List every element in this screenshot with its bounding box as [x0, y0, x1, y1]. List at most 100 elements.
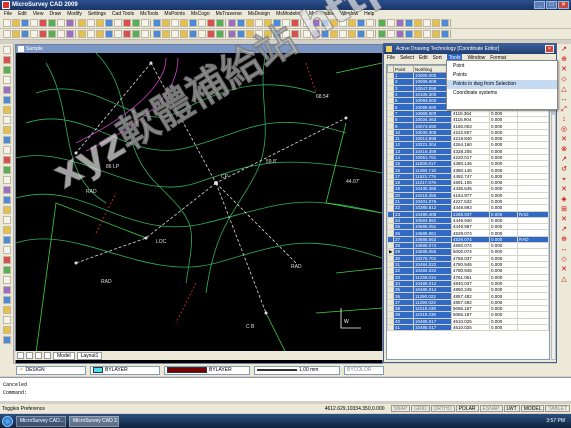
- standard-tool-icon[interactable]: [312, 19, 320, 27]
- palette-tool-icon[interactable]: [2, 296, 11, 304]
- standard-tool-icon[interactable]: [228, 19, 236, 27]
- standard-tool-icon[interactable]: [87, 19, 95, 27]
- draw-tool-icon[interactable]: [207, 30, 215, 38]
- standard-tool-icon[interactable]: [171, 19, 179, 27]
- draw-tool-icon[interactable]: [12, 30, 20, 38]
- draw-tool-icon[interactable]: [387, 30, 395, 38]
- maximize-button[interactable]: □: [546, 1, 557, 9]
- draw-tool-icon[interactable]: [78, 30, 86, 38]
- draw-tool-icon[interactable]: [228, 30, 236, 38]
- palette-tool-icon[interactable]: [2, 336, 11, 344]
- table-row[interactable]: 41 10485.017 4610.025 0.000: [387, 323, 549, 332]
- dialog-menu-sort[interactable]: Sort: [433, 54, 442, 63]
- close-button[interactable]: ×: [558, 1, 569, 9]
- standard-tool-icon[interactable]: [321, 19, 329, 27]
- standard-tool-icon[interactable]: [405, 19, 413, 27]
- tab-model[interactable]: Model: [53, 351, 75, 360]
- draw-tool-icon[interactable]: [255, 30, 263, 38]
- snap-tool-icon[interactable]: ⊞: [561, 206, 567, 213]
- palette-tool-icon[interactable]: [2, 226, 11, 234]
- lineweight-combo[interactable]: 1.00 mm: [254, 365, 340, 375]
- prev-tab-button[interactable]: [26, 352, 33, 359]
- standard-tool-icon[interactable]: [357, 19, 365, 27]
- standard-tool-icon[interactable]: [330, 19, 338, 27]
- draw-tool-icon[interactable]: [198, 30, 206, 38]
- status-toggle-snap[interactable]: SNAP: [390, 405, 411, 412]
- draw-tool-icon[interactable]: [114, 30, 122, 38]
- standard-tool-icon[interactable]: [255, 19, 263, 27]
- standard-tool-icon[interactable]: [57, 19, 65, 27]
- standard-tool-icon[interactable]: [153, 19, 161, 27]
- minimize-button[interactable]: _: [534, 1, 545, 9]
- command-line[interactable]: Canceled Command:: [0, 377, 571, 401]
- draw-tool-icon[interactable]: [246, 30, 254, 38]
- menu-mspoints[interactable]: MsPoints: [164, 10, 185, 18]
- standard-tool-icon[interactable]: [105, 19, 113, 27]
- menu-settings[interactable]: Settings: [88, 10, 106, 18]
- standard-tool-icon[interactable]: [366, 19, 374, 27]
- standard-tool-icon[interactable]: [78, 19, 86, 27]
- status-toggle-ortho[interactable]: ORTHO: [430, 405, 455, 412]
- standard-tool-icon[interactable]: [39, 19, 47, 27]
- palette-tool-icon[interactable]: [2, 286, 11, 294]
- color-combo[interactable]: BYLAYER: [90, 365, 160, 375]
- dialog-close-button[interactable]: ×: [545, 45, 554, 53]
- draw-tool-icon[interactable]: [303, 30, 311, 38]
- status-toggle-grid[interactable]: GRID: [411, 405, 430, 412]
- draw-tool-icon[interactable]: [348, 30, 356, 38]
- standard-tool-icon[interactable]: [246, 19, 254, 27]
- snap-tool-icon[interactable]: ⊕: [561, 236, 567, 243]
- palette-tool-icon[interactable]: [2, 126, 11, 134]
- draw-tool-icon[interactable]: [414, 30, 422, 38]
- snap-tool-icon[interactable]: ⌖: [562, 176, 566, 183]
- palette-tool-icon[interactable]: [2, 216, 11, 224]
- menu-modify[interactable]: Modify: [67, 10, 82, 18]
- status-toggle-model[interactable]: MODEL: [520, 405, 545, 412]
- draw-tool-icon[interactable]: [405, 30, 413, 38]
- standard-tool-icon[interactable]: [291, 19, 299, 27]
- menu-file[interactable]: File: [4, 10, 12, 18]
- menu-draw[interactable]: Draw: [49, 10, 61, 18]
- table-cell[interactable]: 4610.025: [451, 323, 490, 332]
- draw-tool-icon[interactable]: [96, 30, 104, 38]
- draw-tool-icon[interactable]: [312, 30, 320, 38]
- menu-mscogo[interactable]: MsCogo: [191, 10, 210, 18]
- menu-msmodeling[interactable]: MsModeling: [276, 10, 303, 18]
- menu-view[interactable]: View: [33, 10, 44, 18]
- standard-tool-icon[interactable]: [96, 19, 104, 27]
- draw-tool-icon[interactable]: [105, 30, 113, 38]
- draw-tool-icon[interactable]: [396, 30, 404, 38]
- standard-tool-icon[interactable]: [66, 19, 74, 27]
- standard-tool-icon[interactable]: [378, 19, 386, 27]
- standard-tool-icon[interactable]: [3, 19, 11, 27]
- standard-tool-icon[interactable]: [282, 19, 290, 27]
- table-cell[interactable]: [517, 323, 549, 332]
- draw-tool-icon[interactable]: [171, 30, 179, 38]
- standard-tool-icon[interactable]: [303, 19, 311, 27]
- snap-tool-icon[interactable]: ✕: [561, 216, 567, 223]
- draw-tool-icon[interactable]: [216, 30, 224, 38]
- snap-tool-icon[interactable]: ✕: [561, 66, 567, 73]
- draw-tool-icon[interactable]: [48, 30, 56, 38]
- palette-tool-icon[interactable]: [2, 46, 11, 54]
- menu-window[interactable]: Window: [340, 10, 358, 18]
- snap-tool-icon[interactable]: ✕: [561, 136, 567, 143]
- snap-tool-icon[interactable]: ⊕: [561, 56, 567, 63]
- table-cell[interactable]: 10485.017: [413, 323, 452, 332]
- draw-tool-icon[interactable]: [321, 30, 329, 38]
- palette-tool-icon[interactable]: [2, 66, 11, 74]
- standard-tool-icon[interactable]: [198, 19, 206, 27]
- snap-tool-icon[interactable]: △: [561, 276, 566, 283]
- standard-tool-icon[interactable]: [432, 19, 440, 27]
- palette-tool-icon[interactable]: [2, 76, 11, 84]
- standard-tool-icon[interactable]: [237, 19, 245, 27]
- draw-tool-icon[interactable]: [162, 30, 170, 38]
- dialog-menu-file[interactable]: File: [387, 54, 395, 63]
- status-toggle-tablet[interactable]: TABLET: [545, 405, 570, 412]
- palette-tool-icon[interactable]: [2, 316, 11, 324]
- draw-tool-icon[interactable]: [423, 30, 431, 38]
- draw-tool-icon[interactable]: [132, 30, 140, 38]
- palette-tool-icon[interactable]: [2, 326, 11, 334]
- taskbar-item[interactable]: MicroSurvey CAD...: [16, 415, 66, 427]
- draw-tool-icon[interactable]: [87, 30, 95, 38]
